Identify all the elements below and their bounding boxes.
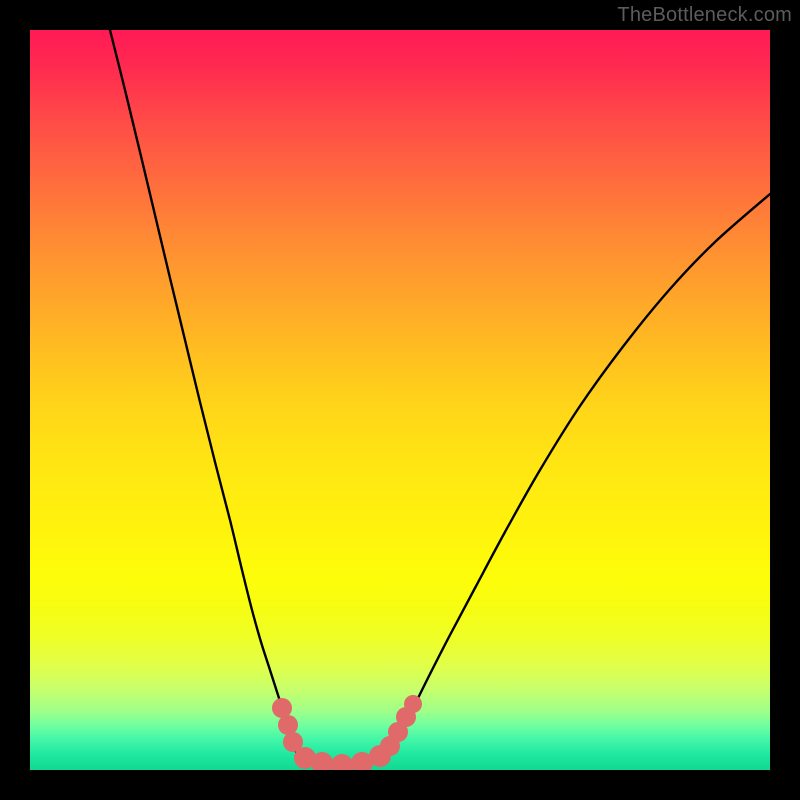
plot-area <box>30 30 770 770</box>
marker-layer <box>272 695 422 770</box>
curve-layer <box>30 30 770 770</box>
data-marker <box>278 715 298 735</box>
watermark-text: TheBottleneck.com <box>617 4 792 27</box>
chart-stage: TheBottleneck.com <box>0 0 800 800</box>
data-marker <box>272 698 292 718</box>
bottleneck-curve <box>110 30 770 766</box>
data-marker <box>404 695 422 713</box>
data-marker <box>331 754 353 770</box>
